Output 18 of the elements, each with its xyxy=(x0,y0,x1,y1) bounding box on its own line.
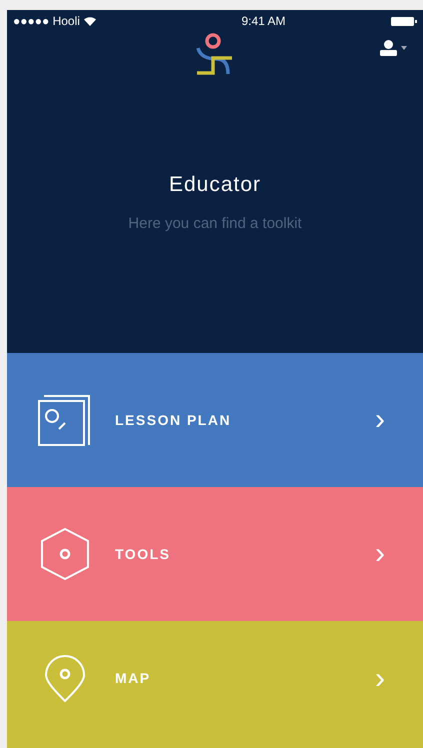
battery-icon xyxy=(390,16,417,26)
picture-frame-icon xyxy=(37,392,93,448)
carrier-label: ●●●●● Hooli xyxy=(13,13,80,30)
menu-item[interactable]: MAP › xyxy=(7,621,423,748)
page-title: Educator xyxy=(168,172,262,198)
status-time: 9:41 AM xyxy=(241,13,286,30)
app-logo xyxy=(195,32,235,76)
hexagon-nut-icon xyxy=(40,527,90,581)
menu-item[interactable]: TOOLS › xyxy=(7,487,423,621)
chevron-icon: › xyxy=(375,405,385,435)
user-icon[interactable] xyxy=(380,40,397,56)
chevron-icon: › xyxy=(375,539,385,569)
menu-item[interactable]: LESSON PLAN › xyxy=(7,353,423,487)
chevron-icon: › xyxy=(375,664,385,694)
wifi-icon xyxy=(84,16,96,26)
map-pin-icon xyxy=(44,654,86,702)
page-subtitle: Here you can find a toolkit xyxy=(128,214,302,234)
caret-icon[interactable] xyxy=(401,46,407,50)
